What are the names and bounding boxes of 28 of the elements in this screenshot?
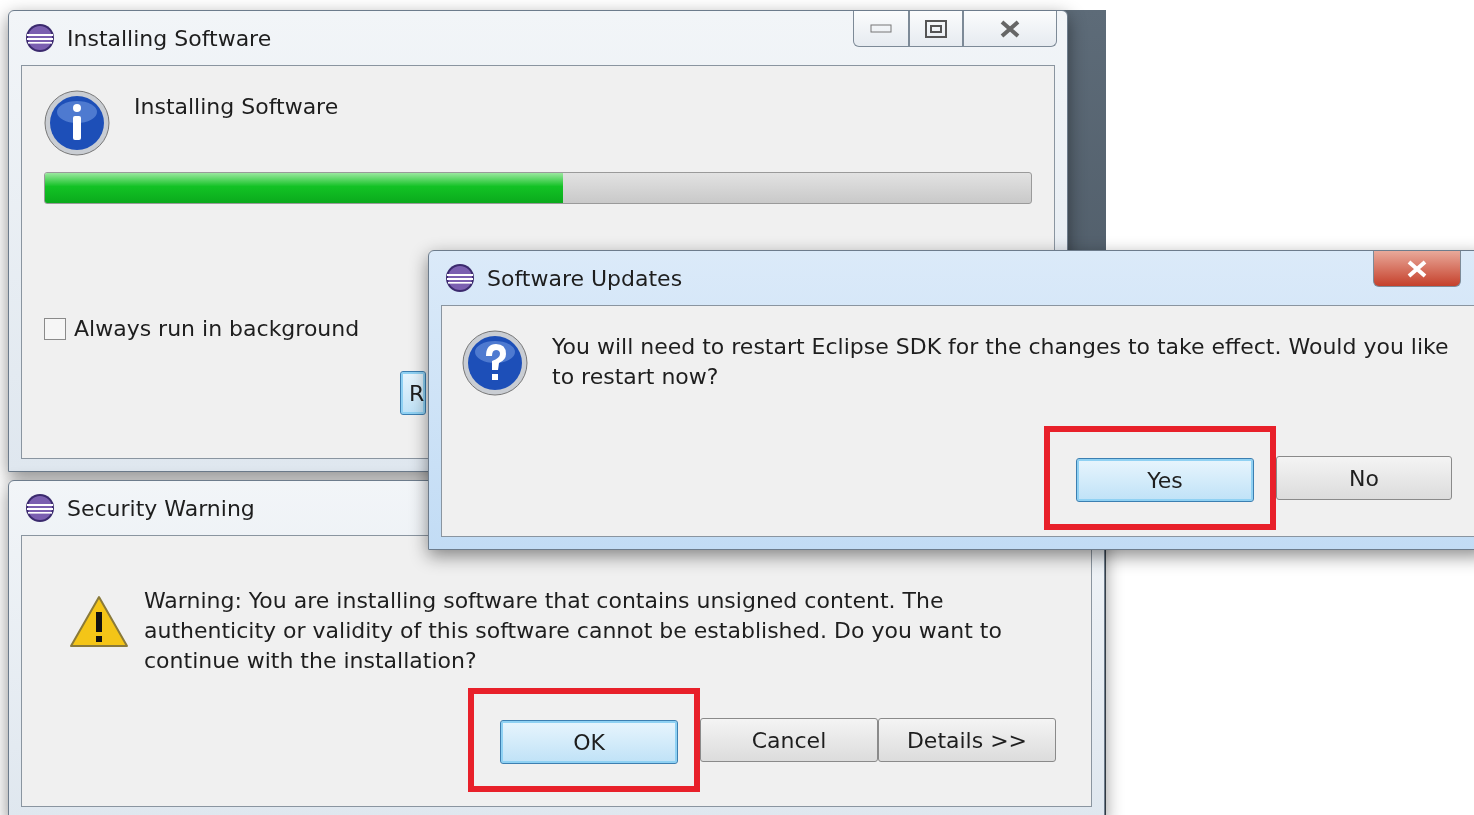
maximize-button[interactable] bbox=[909, 11, 963, 47]
warning-message: Warning: You are installing software that contains unsigned content. The authenticity or validity of this software cannot be established. Do you want to continue with the installation? bbox=[144, 587, 1003, 675]
dialog-button[interactable]: No bbox=[1276, 456, 1452, 500]
dialog-button[interactable]: OK bbox=[500, 720, 678, 764]
warning-icon bbox=[68, 594, 130, 650]
close-button[interactable] bbox=[963, 11, 1057, 47]
question-icon bbox=[462, 330, 528, 396]
app-logo-icon bbox=[25, 23, 55, 53]
checkbox-label: Always run in background bbox=[74, 316, 360, 341]
restore-icon bbox=[925, 19, 947, 38]
close-icon bbox=[999, 19, 1021, 38]
dialog-button[interactable]: Yes bbox=[1076, 458, 1254, 502]
close-button[interactable] bbox=[1373, 251, 1461, 287]
window-title: Security Warning bbox=[67, 495, 255, 521]
dialog-heading: Installing Software bbox=[134, 94, 339, 121]
checkbox[interactable] bbox=[44, 317, 66, 340]
close-icon bbox=[1406, 259, 1428, 278]
app-logo-icon bbox=[445, 263, 475, 293]
window-title: Software Updates bbox=[487, 265, 683, 291]
info-icon bbox=[44, 90, 110, 156]
dialog-button[interactable]: Cancel bbox=[700, 718, 878, 762]
app-logo-icon bbox=[25, 493, 55, 523]
dialog-message: You will need to restart Eclipse SDK for the changes to take effect. Would you like to restart now? bbox=[552, 333, 1450, 391]
window-title: Installing Software bbox=[67, 25, 272, 51]
minimize-icon bbox=[870, 23, 892, 34]
minimize-button[interactable] bbox=[853, 11, 909, 47]
dialog-button[interactable]: R bbox=[400, 371, 426, 415]
dialog-button[interactable]: Details >> bbox=[878, 718, 1056, 762]
